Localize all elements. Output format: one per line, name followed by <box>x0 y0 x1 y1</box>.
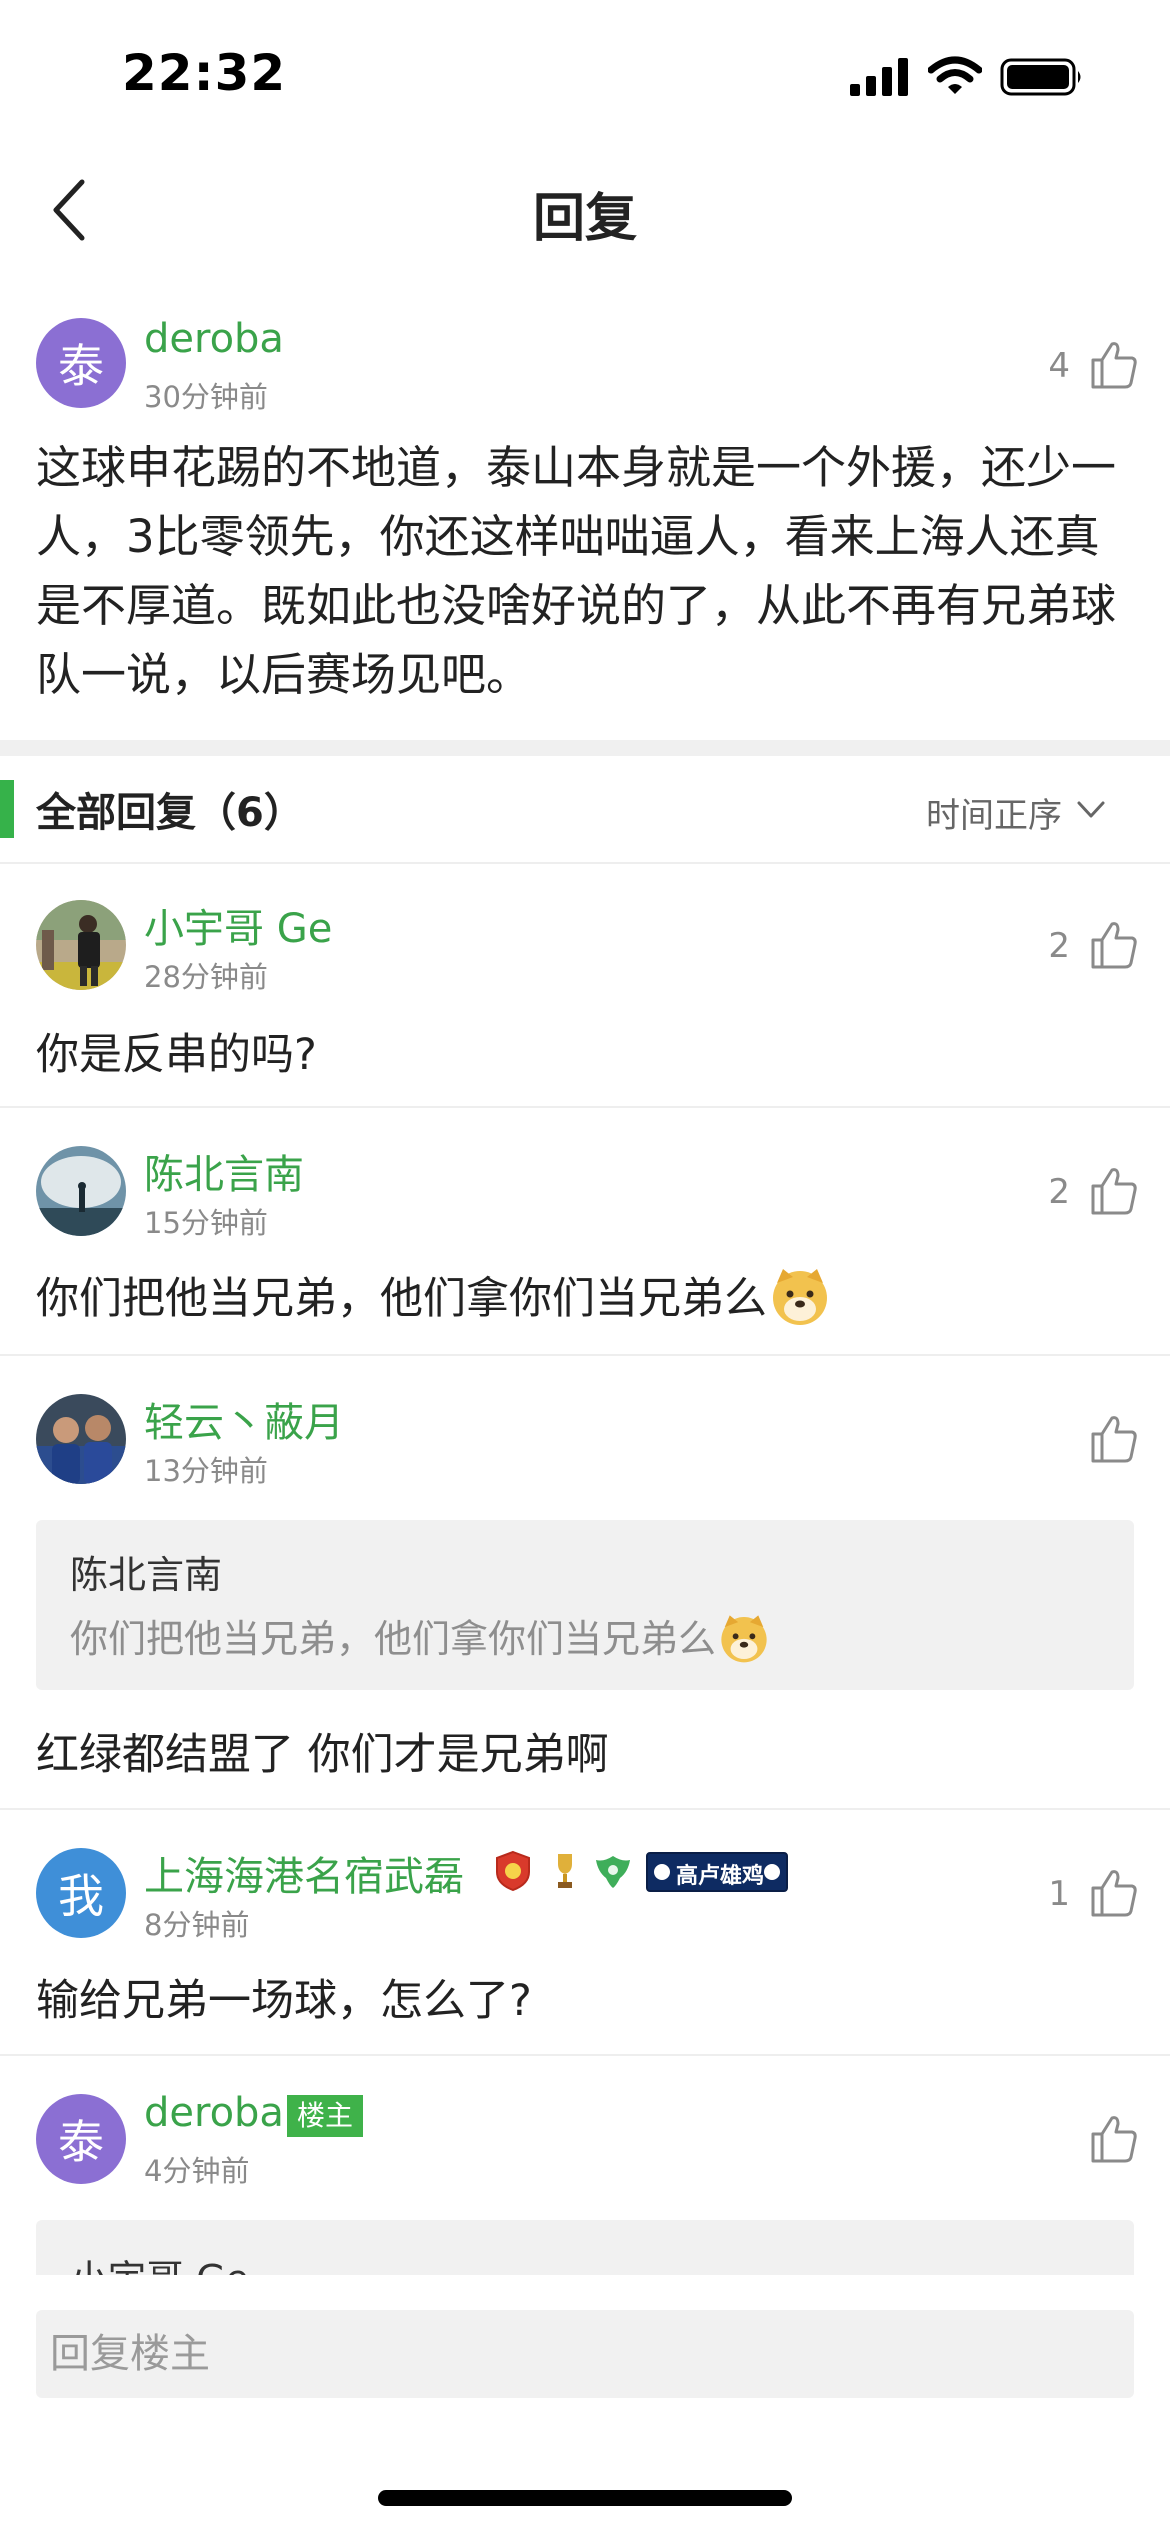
battery-icon <box>1000 58 1081 96</box>
chevron-down-icon <box>1077 801 1105 818</box>
quote-author: 陈北言南 <box>70 1553 223 1597</box>
reply-time: 28分钟前 <box>144 960 268 994</box>
section-accent-bar <box>0 780 14 838</box>
thumbs-up-icon[interactable] <box>1090 920 1138 970</box>
owner-badge: 楼主 <box>287 2095 364 2137</box>
green-emblem-icon <box>596 1856 630 1888</box>
avatar[interactable]: 泰 <box>36 2094 126 2184</box>
divider <box>0 1354 1170 1356</box>
avatar[interactable] <box>36 1146 126 1236</box>
wifi-icon <box>928 56 982 94</box>
divider <box>0 1808 1170 1810</box>
fan-banner-badge: 高卢雄鸡 <box>646 1852 788 1892</box>
banner-left-dot-icon <box>654 1864 670 1880</box>
avatar-image <box>36 1394 126 1484</box>
post-content: 这球申花踢的不地道，泰山本身就是一个外援，还少一人，3比零领先，你还这样咄咄逼人… <box>36 441 1117 701</box>
post-time: 30分钟前 <box>144 380 268 414</box>
divider <box>0 1106 1170 1108</box>
reply-content: 输给兄弟一场球，怎么了? <box>36 1976 532 2026</box>
reply-author[interactable]: 轻云丶蔽月 <box>144 1390 344 1448</box>
divider <box>0 2054 1170 2056</box>
reply-author[interactable]: 上海海港名宿武磊 <box>144 1844 464 1902</box>
reply-author[interactable]: 小宇哥 Ge <box>144 896 332 954</box>
thumbs-up-icon[interactable] <box>1090 2114 1138 2164</box>
avatar[interactable] <box>36 900 126 990</box>
avatar[interactable]: 我 <box>36 1848 126 1938</box>
doge-emoji-icon <box>721 1615 767 1663</box>
reply-time: 8分钟前 <box>144 1908 250 1942</box>
avatar[interactable] <box>36 1394 126 1484</box>
quoted-reply[interactable]: 陈北言南 你们把他当兄弟，他们拿你们当兄弟么 <box>36 1520 1134 1690</box>
shield-badge-icon <box>496 1850 530 1892</box>
page-title: 回复 <box>532 189 637 249</box>
nav-bar: 回复 <box>0 150 1170 270</box>
reply-input-container[interactable] <box>36 2310 1134 2398</box>
quote-content: 你们把他当兄弟，他们拿你们当兄弟么 <box>70 1608 770 1664</box>
reply-time: 13分钟前 <box>144 1454 268 1488</box>
reply-time: 4分钟前 <box>144 2154 250 2188</box>
status-bar: 22:32 <box>0 0 1170 150</box>
reply-content: 你是反串的吗? <box>36 1030 317 1080</box>
banner-text: 高卢雄鸡 <box>676 1864 765 1889</box>
like-count: 2 <box>1048 926 1070 966</box>
thumbs-up-icon[interactable] <box>1090 1868 1138 1918</box>
banner-right-dot-icon <box>764 1864 780 1880</box>
section-divider <box>0 740 1170 756</box>
replies-header: 全部回复（6） 时间正序 <box>0 756 1170 864</box>
replies-count-title: 全部回复（6） <box>36 790 304 836</box>
reply-content: 红绿都结盟了 你们才是兄弟啊 <box>36 1730 609 1780</box>
trophy-icon <box>558 1854 572 1888</box>
avatar-image <box>36 900 126 990</box>
cellular-signal-icon <box>850 58 908 96</box>
thumbs-up-icon[interactable] <box>1090 1414 1138 1464</box>
reply-author[interactable]: 陈北言南 <box>144 1142 304 1200</box>
sort-label: 时间正序 <box>926 796 1062 836</box>
home-indicator[interactable] <box>378 2490 792 2506</box>
status-icons <box>850 54 1090 98</box>
reply-input[interactable] <box>36 2310 1134 2398</box>
thumbs-up-icon[interactable] <box>1090 1166 1138 1216</box>
doge-emoji-icon <box>773 1269 827 1325</box>
avatar-image <box>36 1146 126 1236</box>
reply-content: 你们把他当兄弟，他们拿你们当兄弟么 <box>36 1264 831 1327</box>
status-time: 22:32 <box>122 44 287 102</box>
avatar[interactable]: 泰 <box>36 318 126 408</box>
thumbs-up-icon[interactable] <box>1090 340 1138 390</box>
reply-time: 15分钟前 <box>144 1206 268 1240</box>
like-count: 2 <box>1048 1172 1070 1212</box>
quote-content-text: 你们把他当兄弟，他们拿你们当兄弟么 <box>70 1617 717 1661</box>
like-count: 1 <box>1048 1874 1070 1914</box>
post-author[interactable]: deroba <box>144 316 284 362</box>
like-count: 4 <box>1048 346 1070 386</box>
reply-content-text: 你们把他当兄弟，他们拿你们当兄弟么 <box>36 1274 767 1324</box>
reply-author[interactable]: deroba <box>144 2090 284 2136</box>
